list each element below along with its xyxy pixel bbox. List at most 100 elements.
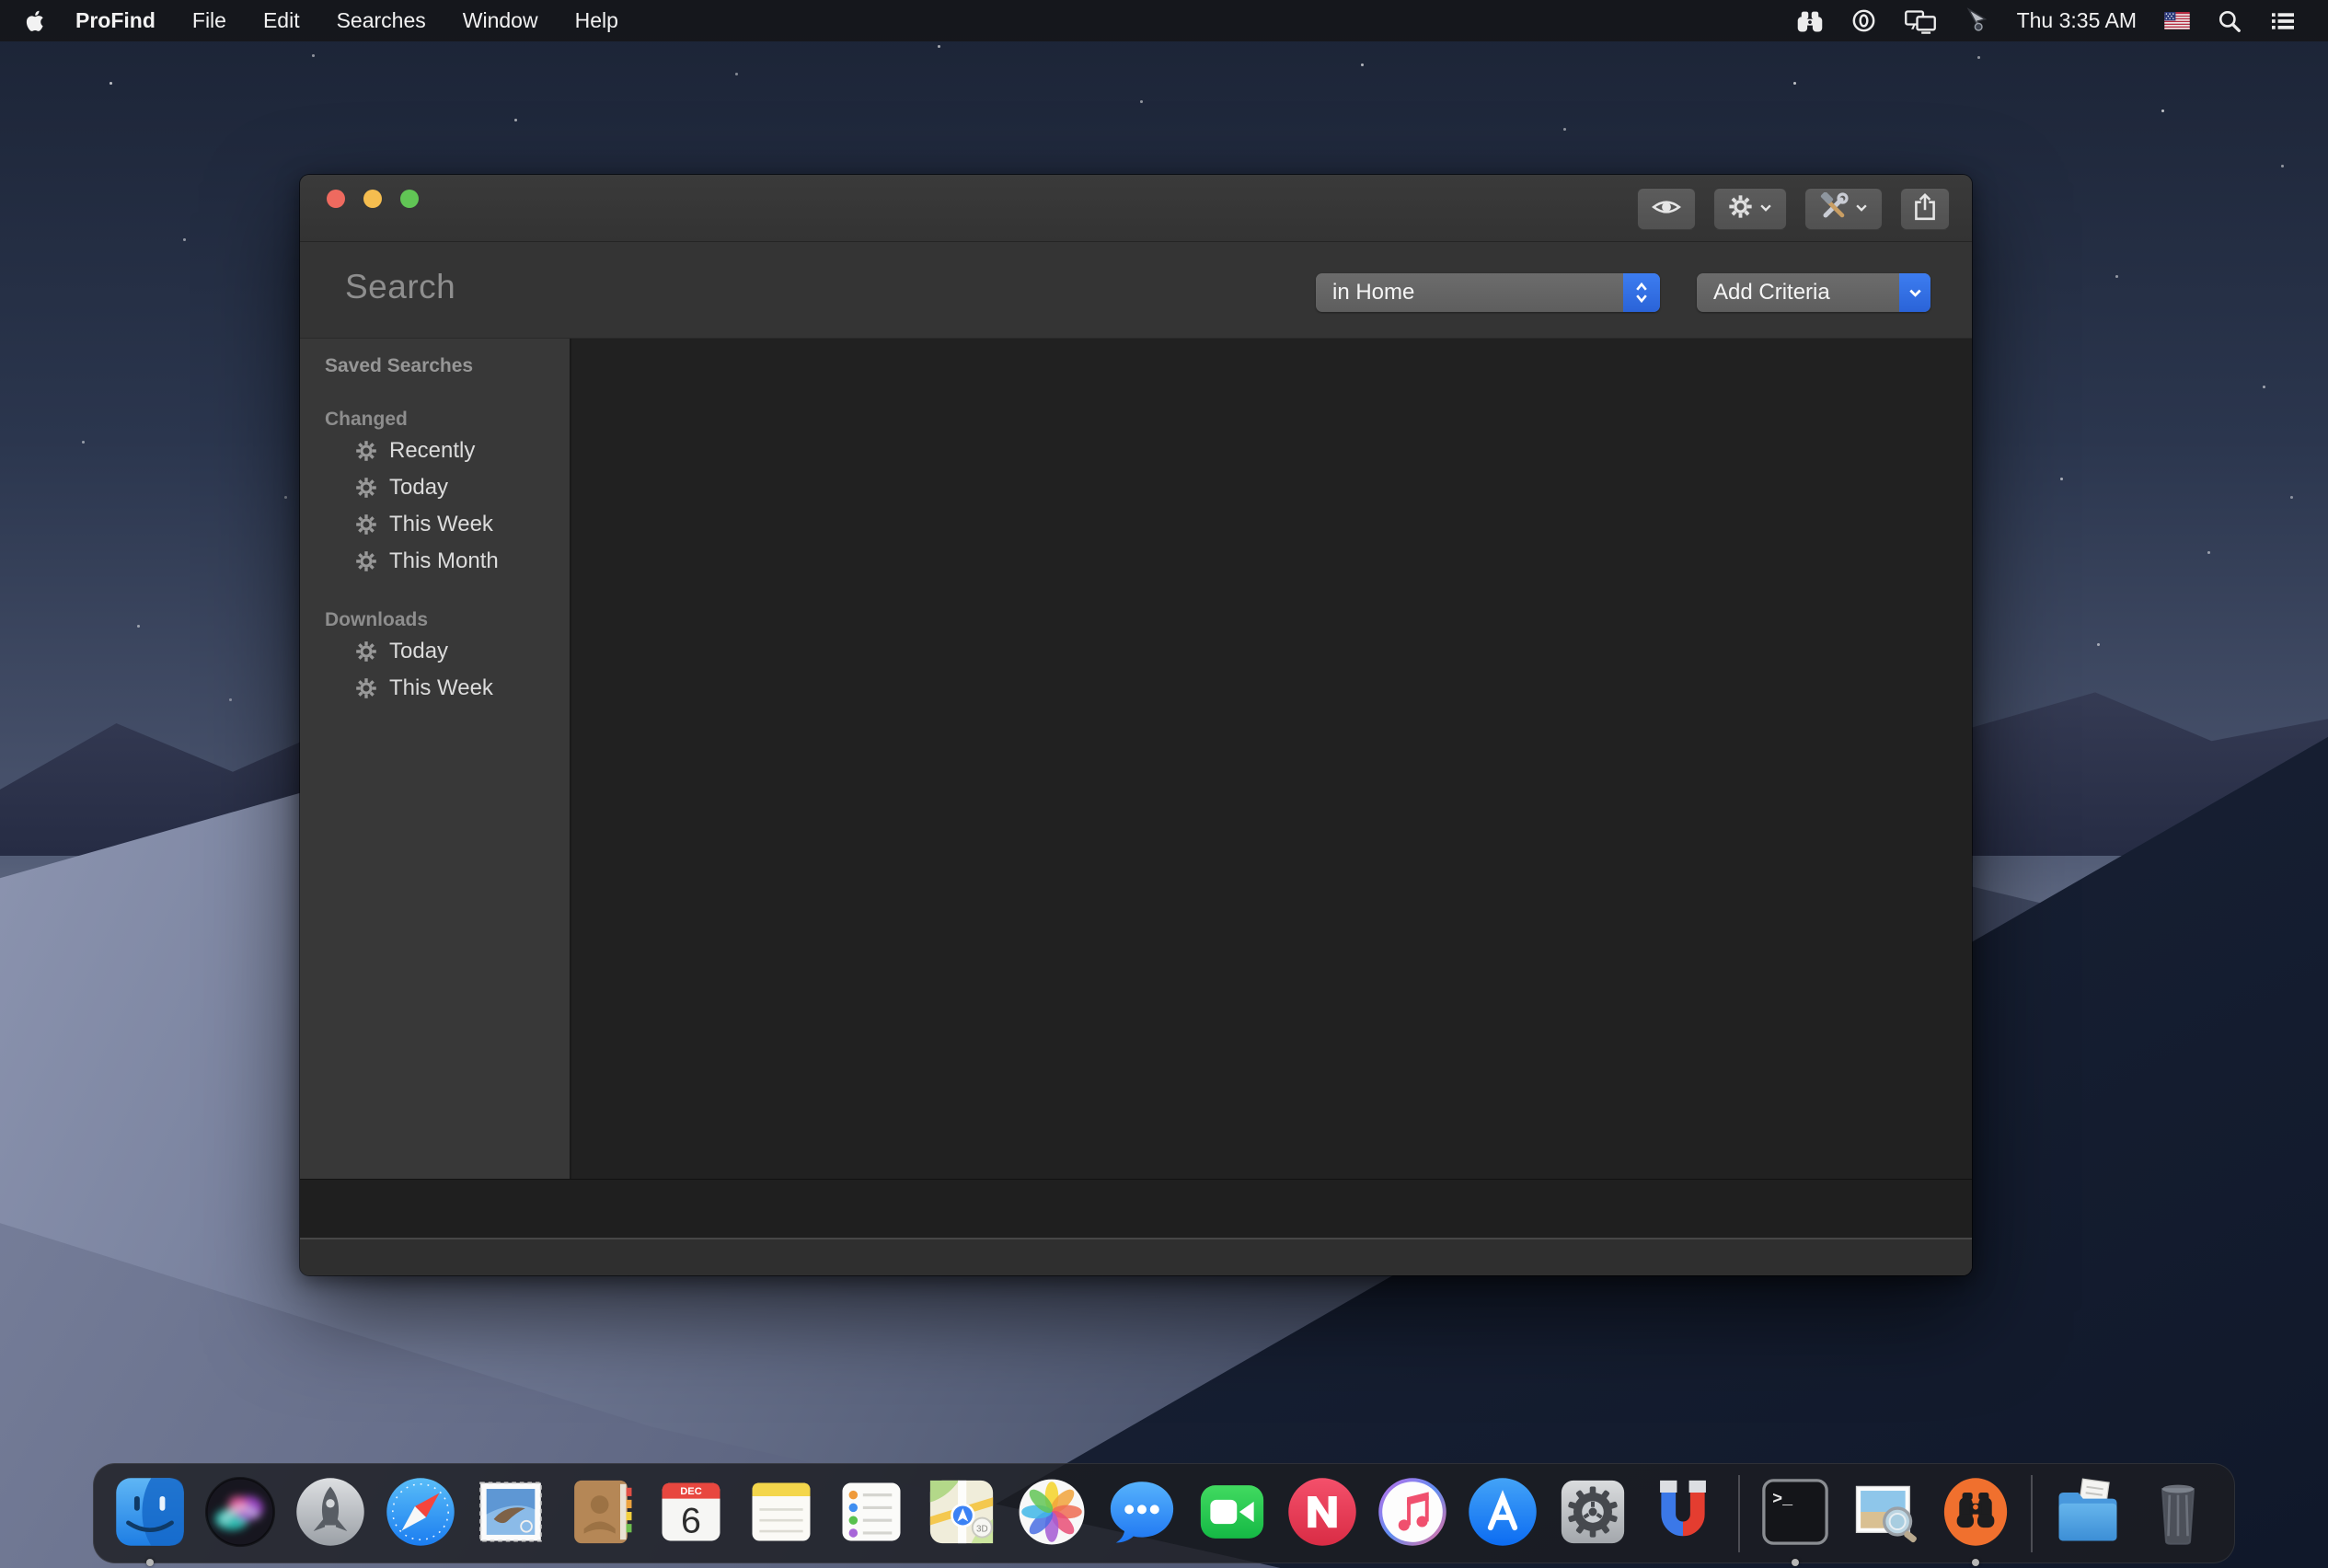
running-indicator (146, 1559, 154, 1566)
dock-app-store[interactable] (1464, 1473, 1541, 1551)
saved-search-item[interactable]: Recently (300, 432, 570, 469)
spotlight-icon[interactable] (2218, 9, 2242, 33)
gear-icon (1728, 194, 1753, 224)
dock-magnet[interactable] (1644, 1473, 1722, 1551)
saved-search-item[interactable]: Today (300, 633, 570, 670)
add-criteria-button[interactable]: Add Criteria (1697, 273, 1930, 312)
dock-itunes[interactable] (1374, 1473, 1451, 1551)
dock-safari[interactable] (382, 1473, 459, 1551)
saved-search-label: Today (389, 475, 448, 501)
tools-menu-button[interactable] (1804, 188, 1883, 230)
sidebar-section-header: Downloads (300, 607, 570, 633)
dock-launchpad[interactable] (292, 1473, 369, 1551)
saved-search-label: This Month (389, 548, 499, 574)
dock-mail[interactable] (472, 1473, 549, 1551)
dock-finder[interactable] (111, 1473, 189, 1551)
saved-search-item[interactable]: This Month (300, 543, 570, 580)
popup-updown-chevrons-icon (1623, 273, 1660, 312)
scope-popup[interactable]: in Home (1316, 273, 1660, 312)
window-toolbar (1637, 188, 1950, 230)
saved-searches-sidebar: Saved Searches ChangedRecentlyTodayThis … (300, 339, 571, 1179)
cursor-icon[interactable] (1965, 7, 1989, 34)
dock-messages[interactable] (1103, 1473, 1181, 1551)
dock-terminal[interactable]: >_ (1757, 1473, 1834, 1551)
gear-icon (355, 440, 377, 462)
dock-trash[interactable] (2139, 1473, 2217, 1551)
action-menu-button[interactable] (1713, 188, 1787, 230)
dock-news[interactable] (1284, 1473, 1361, 1551)
dock-contacts[interactable] (562, 1473, 640, 1551)
zoom-button[interactable] (400, 190, 419, 208)
chevron-down-icon (1759, 201, 1772, 217)
window-titlebar[interactable] (300, 175, 1972, 242)
search-field[interactable]: Search (345, 268, 455, 306)
gear-icon (355, 640, 377, 663)
menu-file[interactable]: File (192, 8, 226, 33)
window-status-strip (300, 1179, 1972, 1238)
menu-bar: ProFind File Edit Searches Window Help Thu 3… (0, 0, 2328, 41)
svg-text:>_: >_ (1772, 1490, 1793, 1509)
status-icons (1796, 7, 1989, 34)
dock-photos[interactable] (1013, 1473, 1090, 1551)
dock-documents-folder[interactable] (2049, 1473, 2126, 1551)
apple-menu-icon[interactable] (24, 9, 44, 33)
gear-icon (355, 550, 377, 572)
svg-text:DEC: DEC (680, 1486, 702, 1497)
dock-separator (2031, 1475, 2033, 1552)
gear-icon (355, 477, 377, 499)
menu-bar-status-area: Thu 3:35 AM (1796, 7, 2328, 34)
saved-search-item[interactable]: This Week (300, 670, 570, 707)
window-body: Saved Searches ChangedRecentlyTodayThis … (300, 338, 1972, 1179)
share-icon (1913, 192, 1937, 226)
dock-profind[interactable] (1937, 1473, 2014, 1551)
traffic-lights (327, 190, 419, 208)
menu-app-name[interactable]: ProFind (75, 8, 156, 33)
window-bottom-bar (300, 1238, 1972, 1275)
pulldown-chevron-icon (1899, 273, 1930, 312)
saved-search-label: Recently (389, 438, 475, 464)
dock-system-preferences[interactable] (1554, 1473, 1631, 1551)
saved-search-label: This Week (389, 512, 493, 537)
dock-siri[interactable] (202, 1473, 279, 1551)
menu-items: File Edit Searches Window Help (192, 8, 655, 33)
sidebar-section-header: Changed (300, 407, 570, 432)
eye-icon (1652, 196, 1681, 223)
running-indicator (1972, 1559, 1979, 1566)
saved-search-label: Today (389, 639, 448, 664)
gear-icon (355, 513, 377, 536)
menu-help[interactable]: Help (575, 8, 618, 33)
search-header: Search in Home Add Criteria (300, 242, 1972, 338)
dock-preview[interactable] (1847, 1473, 1924, 1551)
binoculars-icon[interactable] (1796, 9, 1824, 33)
sidebar-sections: Changed Recently Today This Week This Month D… (300, 407, 570, 707)
dock: DEC 6 3D >_ (93, 1463, 2235, 1563)
results-area[interactable] (571, 339, 1972, 1179)
notification-center-icon[interactable] (2269, 10, 2297, 32)
saved-search-item[interactable]: This Week (300, 506, 570, 543)
svg-text:6: 6 (681, 1500, 701, 1540)
saved-search-item[interactable]: Today (300, 469, 570, 506)
input-source-flag-icon[interactable] (2164, 12, 2190, 29)
hammer-wrench-icon (1819, 192, 1849, 226)
circle-zero-icon[interactable] (1851, 8, 1876, 33)
menu-searches[interactable]: Searches (337, 8, 426, 33)
svg-text:3D: 3D (976, 1524, 988, 1534)
menu-clock[interactable]: Thu 3:35 AM (2017, 8, 2137, 33)
menu-window[interactable]: Window (463, 8, 538, 33)
dock-facetime[interactable] (1193, 1473, 1271, 1551)
minimize-button[interactable] (363, 190, 382, 208)
dock-maps[interactable]: 3D (923, 1473, 1000, 1551)
close-button[interactable] (327, 190, 345, 208)
dock-calendar[interactable]: DEC 6 (652, 1473, 730, 1551)
gear-icon (355, 677, 377, 699)
running-indicator (1792, 1559, 1799, 1566)
menu-edit[interactable]: Edit (263, 8, 300, 33)
share-button[interactable] (1900, 188, 1950, 230)
dock-separator (1738, 1475, 1740, 1552)
dock-reminders[interactable] (833, 1473, 910, 1551)
profind-window: Search in Home Add Criteria Saved Search… (300, 175, 1972, 1275)
displays-icon[interactable] (1904, 8, 1937, 34)
menu-bar-left: ProFind File Edit Searches Window Help (0, 8, 655, 33)
quick-look-button[interactable] (1637, 188, 1696, 230)
dock-notes[interactable] (743, 1473, 820, 1551)
